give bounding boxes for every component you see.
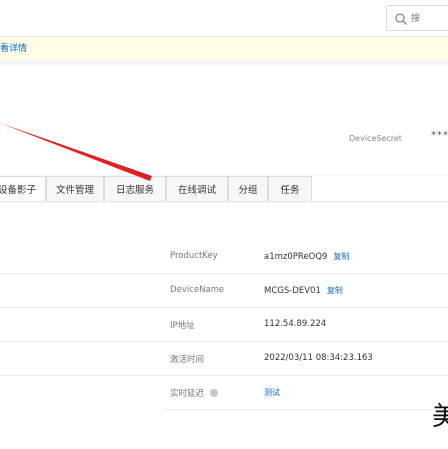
activation-time-value: 2022/03/11 08:34:23.163 [264, 353, 373, 363]
latency-value: 测试 [264, 387, 280, 398]
tab-file-management[interactable]: 文件管理 [46, 176, 104, 201]
copy-product-key-link[interactable]: 复制 [333, 252, 349, 261]
row-divider [0, 307, 163, 308]
device-name-label: DeviceName [170, 285, 225, 295]
watermark-glyph: 美 [432, 402, 448, 432]
row-activation-time: 激活时间 2022/03/11 08:34:23.163 [163, 342, 448, 376]
latency-label: 实时延迟 [170, 387, 219, 399]
search-icon [395, 13, 407, 25]
tab-bar: 设备影子 文件管理 日志服务 在线调试 分组 任务 [0, 176, 448, 202]
search-input[interactable] [409, 9, 448, 29]
tab-device-shadow[interactable]: 设备影子 [0, 176, 46, 201]
device-secret-value: **** [431, 130, 448, 141]
top-bar [0, 0, 448, 37]
copy-device-name-link[interactable]: 复制 [327, 286, 343, 295]
tab-groups[interactable]: 分组 [228, 176, 268, 201]
help-icon[interactable] [210, 389, 219, 397]
device-info-card [0, 65, 448, 175]
row-product-key: ProductKey a1mz0PReOQ9 复制 [163, 240, 448, 274]
search-box[interactable] [386, 5, 448, 31]
device-name-value: MCGS-DEV01 复制 [264, 286, 343, 296]
device-secret-label: DeviceSecret [349, 134, 402, 143]
row-divider [0, 341, 163, 342]
row-divider [0, 375, 163, 376]
product-key-label: ProductKey [170, 251, 218, 261]
ip-address-value: 112.54.89.224 [264, 319, 327, 329]
latency-test-link[interactable]: 测试 [264, 388, 280, 397]
tab-tasks[interactable]: 任务 [268, 176, 312, 201]
activation-time-label: 激活时间 [170, 355, 205, 365]
row-divider [0, 273, 163, 274]
row-ip-address: IP地址 112.54.89.224 [163, 308, 448, 342]
product-key-value: a1mz0PReOQ9 复制 [264, 252, 350, 262]
notice-details-link[interactable]: 看详情 [0, 41, 27, 54]
tab-online-debug[interactable]: 在线调试 [166, 176, 228, 201]
row-device-name: DeviceName MCGS-DEV01 复制 [163, 274, 448, 308]
ip-address-label: IP地址 [170, 321, 195, 331]
row-latency: 实时延迟 测试 [163, 376, 448, 410]
notice-banner: 看详情 [0, 37, 448, 60]
tab-log-service[interactable]: 日志服务 [104, 176, 166, 201]
